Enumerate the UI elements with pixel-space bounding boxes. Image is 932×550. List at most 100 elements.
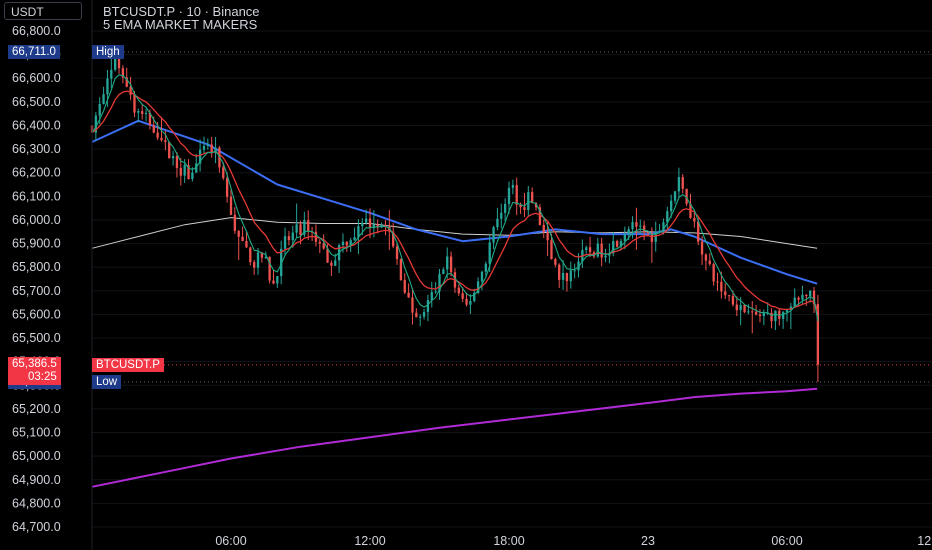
- candle-body: [585, 247, 588, 251]
- candle-body: [507, 187, 511, 204]
- candle-body: [550, 240, 553, 260]
- candle-body: [345, 241, 348, 246]
- time-tick-label: 12:00: [354, 534, 385, 548]
- price-tick-label: 65,200.0: [12, 402, 61, 416]
- candle-body: [98, 103, 101, 116]
- price-tick-label: 66,600.0: [12, 71, 61, 85]
- candle-body: [720, 281, 723, 292]
- candle-body: [202, 146, 206, 150]
- indicator-name[interactable]: 5 EMA MARKET MAKERS: [103, 17, 257, 32]
- currency-unit-button[interactable]: USDT: [4, 2, 82, 20]
- candle-body: [330, 262, 333, 266]
- candle-body: [322, 243, 325, 249]
- candle-body: [233, 214, 237, 231]
- candle-body: [500, 212, 503, 219]
- ema-purple-line: [91, 387, 818, 488]
- price-tick-label: 66,200.0: [12, 166, 61, 180]
- candle-body: [287, 236, 291, 241]
- candle-body: [133, 94, 136, 113]
- candle-body: [283, 236, 287, 249]
- candle-body: [102, 94, 105, 104]
- candle-body: [341, 241, 345, 246]
- price-tick-label: 65,600.0: [12, 307, 61, 321]
- candle-body: [465, 298, 468, 305]
- price-axis[interactable]: 66,800.066,700.066,600.066,500.066,400.0…: [12, 0, 93, 550]
- candle-body: [716, 281, 719, 283]
- price-tick-label: 65,500.0: [12, 331, 61, 345]
- price-tick-label: 66,000.0: [12, 213, 61, 227]
- price-chart[interactable]: 66,800.066,700.066,600.066,500.066,400.0…: [0, 0, 932, 550]
- candle-body: [334, 260, 337, 266]
- price-tick-label: 65,900.0: [12, 237, 61, 251]
- candle-body: [419, 316, 422, 318]
- candle-body: [295, 224, 298, 233]
- candle-body: [670, 200, 673, 212]
- candle-body: [546, 232, 549, 241]
- candle-body: [762, 312, 765, 317]
- candle-body: [469, 301, 472, 305]
- candle-body: [677, 177, 681, 192]
- candle-body: [816, 304, 820, 365]
- candle-body: [276, 276, 279, 284]
- candle-body: [249, 247, 252, 263]
- candle-body: [168, 142, 171, 159]
- candle-body: [542, 224, 545, 233]
- candle-body: [554, 259, 557, 265]
- candle-body: [446, 256, 449, 270]
- candle-body: [272, 280, 275, 284]
- time-tick-label: 06:00: [771, 534, 802, 548]
- candle-body: [106, 78, 109, 95]
- price-tick-label: 64,700.0: [12, 520, 61, 534]
- high-marker-label: High: [92, 45, 124, 60]
- candle-body: [531, 192, 534, 203]
- candle-body: [364, 218, 368, 223]
- candle-body: [395, 246, 399, 260]
- candle-body: [631, 222, 634, 230]
- candle-body: [461, 293, 464, 299]
- low-marker-label: Low: [92, 375, 122, 390]
- candle-body: [801, 294, 804, 300]
- candle-body: [229, 196, 233, 215]
- price-tick-label: 66,500.0: [12, 95, 61, 109]
- time-axis[interactable]: 06:00 12:00 18:00 23 06:00 12:: [215, 534, 932, 548]
- candle-body: [291, 232, 294, 241]
- grid-lines: [92, 30, 932, 528]
- price-tick-label: 64,800.0: [12, 496, 61, 510]
- candle-body: [430, 292, 433, 301]
- time-tick-label: 18:00: [493, 534, 524, 548]
- time-tick-label: 06:00: [215, 534, 246, 548]
- candle-body: [253, 262, 256, 268]
- time-tick-label: 12:: [917, 534, 932, 548]
- candle-body: [754, 311, 758, 315]
- candle-body: [735, 304, 738, 311]
- candle-body: [693, 217, 696, 222]
- candle-body: [175, 156, 179, 168]
- candle-body: [449, 256, 453, 273]
- candle-body: [797, 297, 800, 300]
- candle-body: [673, 191, 677, 201]
- candle-body: [639, 225, 642, 227]
- price-tick-label: 65,100.0: [12, 426, 61, 440]
- candle-body: [183, 165, 186, 176]
- candle-body: [225, 178, 229, 197]
- price-tick-label: 66,100.0: [12, 189, 61, 203]
- candle-body: [256, 252, 260, 268]
- candle-body: [700, 241, 704, 255]
- candle-body: [422, 312, 426, 317]
- candle-body: [426, 300, 430, 313]
- candle-body: [573, 270, 576, 272]
- candle-body: [361, 222, 364, 227]
- candle-body: [318, 241, 321, 244]
- candle-body: [515, 185, 518, 205]
- candle-body: [770, 312, 773, 322]
- candle-body: [222, 167, 225, 179]
- candle-body: [724, 291, 727, 296]
- candle-body: [731, 295, 735, 305]
- high-price-label: 66,711.0: [8, 45, 60, 60]
- candle-body: [399, 259, 403, 281]
- price-tick-label: 65,700.0: [12, 284, 61, 298]
- candle-body: [496, 218, 499, 228]
- price-tick-label: 64,900.0: [12, 473, 61, 487]
- candle-body: [488, 242, 491, 264]
- candle-body: [110, 69, 113, 79]
